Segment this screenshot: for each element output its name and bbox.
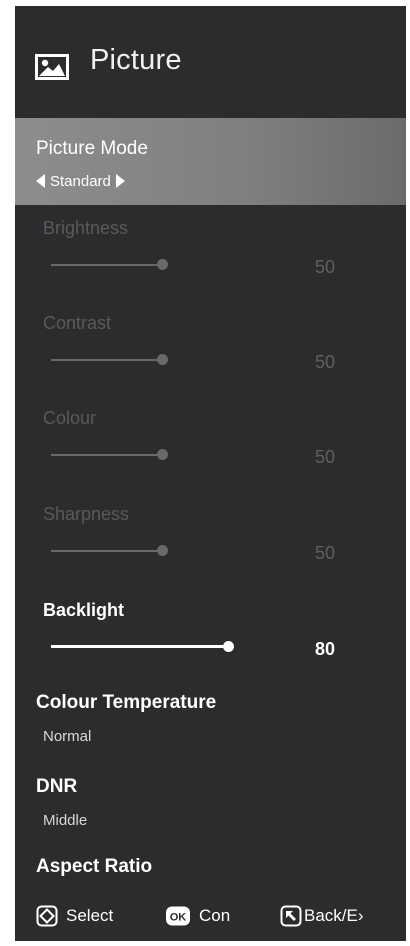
select-hint: Select [36, 901, 113, 931]
picture-mode-selector[interactable]: Picture Mode Standard [15, 118, 406, 205]
colour-slider-track[interactable] [51, 454, 162, 456]
brightness-slider-track[interactable] [51, 264, 162, 266]
contrast-slider-knob[interactable] [157, 354, 168, 365]
select-hint-label: Select [66, 906, 114, 925]
picture-mode-value: Standard [50, 172, 111, 190]
backlight-label: Backlight [43, 600, 125, 620]
sharpness-slider-knob[interactable] [157, 545, 168, 556]
brightness-slider-knob[interactable] [157, 259, 168, 270]
back-hint-label: Back/E› [304, 906, 364, 925]
colour-label: Colour [43, 408, 97, 428]
colour-value: 50 [315, 447, 336, 467]
picture-mode-value-row: Standard [36, 171, 125, 191]
contrast-label: Contrast [43, 313, 112, 333]
contrast-setting[interactable]: Contrast 50 [15, 313, 406, 403]
brightness-value: 50 [315, 257, 336, 277]
sharpness-value: 50 [315, 543, 336, 563]
svg-text:OK: OK [170, 912, 187, 924]
sharpness-setting[interactable]: Sharpness 50 [15, 504, 406, 594]
colour-temperature-value: Normal [43, 728, 92, 745]
colour-slider-knob[interactable] [157, 449, 168, 460]
contrast-slider-track[interactable] [51, 359, 162, 361]
picture-settings-panel: Picture Picture Mode Standard Brightness… [15, 6, 406, 941]
dnr-label: DNR [36, 776, 78, 797]
arrow-right-icon[interactable] [115, 174, 125, 188]
footer-hints: Select OK Con Back/E› [15, 901, 406, 931]
panel-header: Picture [15, 6, 406, 116]
page-title: Picture [90, 44, 182, 76]
aspect-ratio-label: Aspect Ratio [36, 856, 153, 877]
backlight-slider-knob[interactable] [223, 641, 234, 652]
backlight-value: 80 [315, 639, 336, 659]
dpad-icon [36, 905, 58, 927]
dnr-value: Middle [43, 812, 88, 829]
confirm-hint: OK Con [165, 901, 230, 931]
backlight-setting[interactable]: Backlight 80 [15, 600, 406, 690]
picture-icon [35, 54, 69, 80]
confirm-hint-label: Con [199, 906, 231, 925]
backlight-slider-track[interactable] [51, 645, 229, 648]
sharpness-slider-track[interactable] [51, 550, 162, 552]
brightness-label: Brightness [43, 218, 129, 238]
sharpness-label: Sharpness [43, 504, 130, 524]
picture-mode-label: Picture Mode [36, 138, 148, 159]
back-hint: Back/E› [280, 901, 364, 931]
brightness-setting[interactable]: Brightness 50 [15, 218, 406, 308]
contrast-value: 50 [315, 352, 336, 372]
colour-temperature-label: Colour Temperature [36, 692, 217, 713]
arrow-left-icon[interactable] [36, 174, 45, 188]
ok-icon: OK [166, 906, 190, 926]
colour-setting[interactable]: Colour 50 [15, 408, 406, 498]
back-icon [280, 905, 302, 927]
